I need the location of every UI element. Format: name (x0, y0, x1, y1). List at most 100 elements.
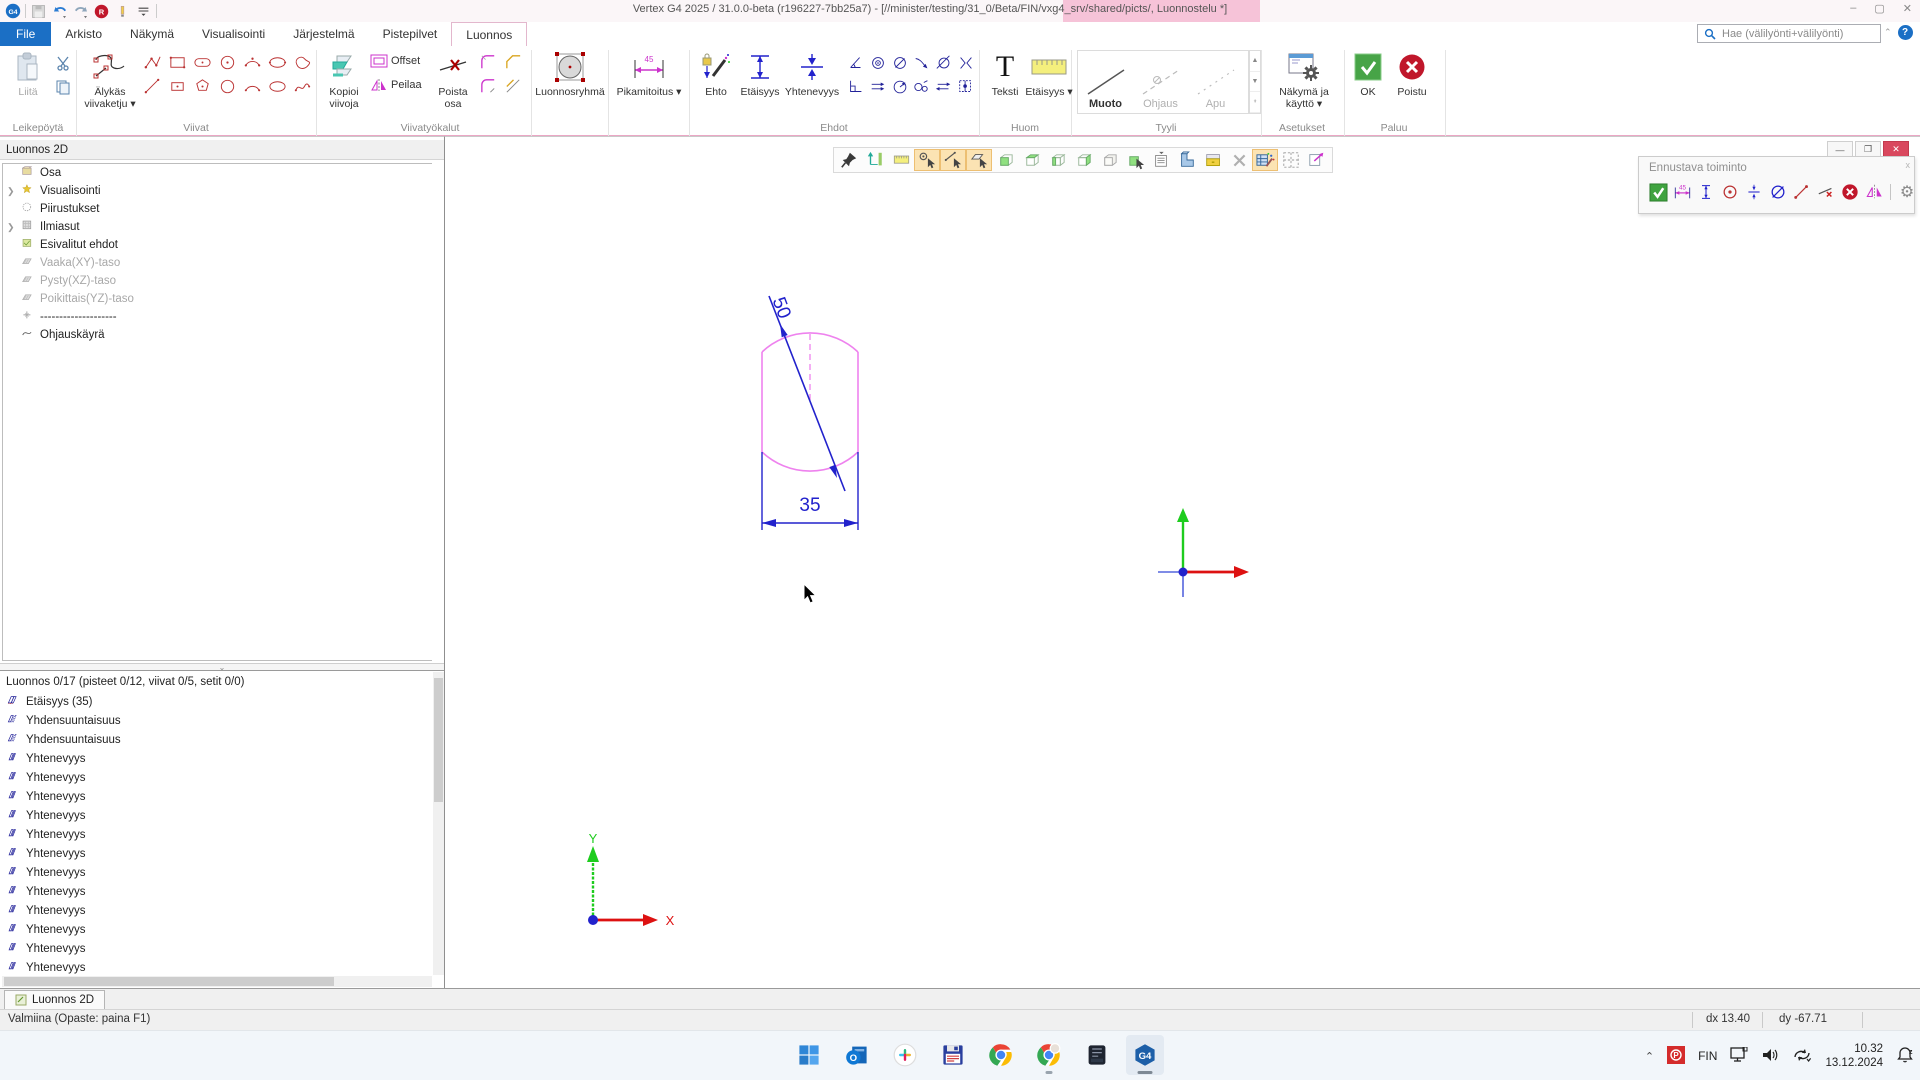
constraint-item[interactable]: Etäisyys (35) (2, 692, 432, 711)
taskbar-slack-icon[interactable] (886, 1035, 924, 1075)
polygon-tool[interactable] (192, 76, 213, 97)
arc-3pt-tool[interactable] (242, 52, 263, 73)
offset-button[interactable]: Offset (370, 54, 420, 68)
cube-solid-tool-button[interactable] (1096, 149, 1122, 171)
tree-item[interactable]: ❯Ilmiasut (3, 218, 432, 236)
concentric-red-predictive-button[interactable] (1719, 181, 1741, 203)
round-corner-alt-tool[interactable] (478, 76, 499, 97)
tree-item[interactable]: Pysty(XZ)-taso (3, 272, 432, 290)
rect-center-tool[interactable] (167, 76, 188, 97)
tray-app-icon[interactable]: P (1667, 1046, 1685, 1067)
quick-dimension-button[interactable]: 45 Pikamitoitus ▾ (612, 50, 686, 120)
tree-item[interactable]: -------------------- (3, 308, 432, 326)
style-ohjaus[interactable]: Ohjaus (1133, 51, 1188, 113)
taskbar-chrome-icon[interactable] (982, 1035, 1020, 1075)
measure-distance-button[interactable]: Etäisyys ▾ (1027, 50, 1071, 120)
taskbar-chrome-alt-icon[interactable] (1030, 1035, 1068, 1075)
cube-top-tool-button[interactable] (1018, 149, 1044, 171)
coincidence-button[interactable]: Yhtenevyys (783, 50, 841, 120)
smart-chain-button[interactable]: Älykäsviivaketju ▾ (82, 50, 138, 120)
highlight-icon[interactable] (114, 3, 131, 20)
circle-tool[interactable] (217, 76, 238, 97)
circle-center-tool[interactable] (217, 52, 238, 73)
speaker-icon[interactable] (1761, 1047, 1779, 1066)
ellipse-points-tool[interactable] (267, 52, 288, 73)
constraint-item[interactable]: Yhtenevyys (2, 806, 432, 825)
copy-lines-button[interactable]: Kopioiviivoja (321, 50, 367, 120)
maximize-button[interactable]: ▢ (1874, 2, 1884, 15)
tray-chevron-icon[interactable]: ⌃ (1645, 1050, 1654, 1063)
constraint-list-hscrollbar[interactable] (2, 976, 432, 987)
no-intersect-constraint-tool[interactable] (933, 52, 954, 73)
right-angle-constraint-tool[interactable] (845, 76, 866, 97)
sketch-group-button[interactable]: Luonnosryhmä (534, 50, 606, 120)
tangent-constraint-tool[interactable] (911, 52, 932, 73)
line-tool[interactable] (142, 76, 163, 97)
chamfer-tool[interactable] (503, 52, 524, 73)
symmetry-predictive-button[interactable] (1743, 181, 1765, 203)
ok-button[interactable]: OK (1350, 50, 1386, 120)
trim-predictive-button[interactable] (1815, 181, 1837, 203)
fixed-constraint-tool[interactable] (955, 76, 976, 97)
cube-select-tool-button[interactable] (1122, 149, 1148, 171)
panel-splitter[interactable]: ⌄ (0, 663, 444, 671)
quick-dim-predictive-button[interactable]: 45 (1671, 181, 1693, 203)
rectangle-tool[interactable] (167, 52, 188, 73)
chevron-right-icon[interactable]: ❯ (7, 186, 17, 197)
drawer-tool-button[interactable] (1200, 149, 1226, 171)
constraint-item[interactable]: Yhtenevyys (2, 863, 432, 882)
part-blue-tool-button[interactable] (1174, 149, 1200, 171)
search-input[interactable]: Hae (välilyönti+välilyönti) (1697, 24, 1881, 43)
mirror-button[interactable]: Peilaa (370, 78, 422, 92)
tree-item[interactable]: Ohjauskäyrä (3, 326, 432, 344)
display-icon[interactable] (1730, 1047, 1748, 1066)
distance-button[interactable]: Etäisyys (739, 50, 781, 120)
constraint-button[interactable]: Ehto (697, 50, 735, 120)
tree-item[interactable]: Poikittais(YZ)-taso (3, 290, 432, 308)
tab-pistepilvet[interactable]: Pistepilvet (369, 22, 452, 46)
constraint-item[interactable]: Yhtenevyys (2, 882, 432, 901)
round-corner-tool[interactable] (478, 52, 499, 73)
constraint-item[interactable]: Yhtenevyys (2, 787, 432, 806)
record-icon[interactable]: R (93, 3, 110, 20)
split-constraint-tool[interactable] (955, 52, 976, 73)
line-segment-predictive-button[interactable] (1791, 181, 1813, 203)
dim-vertical-predictive-button[interactable] (1695, 181, 1717, 203)
constraint-item[interactable]: Yhtenevyys (2, 939, 432, 958)
remove-part-button[interactable]: Poistaosa (432, 50, 474, 120)
tab-jarjestelma[interactable]: Järjestelmä (279, 22, 368, 46)
constraint-item[interactable]: Yhtenevyys (2, 768, 432, 787)
spline-tool[interactable] (292, 76, 313, 97)
concentric-constraint-tool[interactable] (867, 52, 888, 73)
cancel-predictive-button[interactable] (1839, 181, 1861, 203)
constraint-item[interactable]: Yhdensuuntaisuus (2, 711, 432, 730)
paste-button[interactable]: Liitä (6, 50, 50, 120)
tree-item[interactable]: Osa (3, 164, 432, 182)
cube-front-tool-button[interactable] (992, 149, 1018, 171)
taskbar-outlook-icon[interactable]: O (838, 1035, 876, 1075)
save-icon[interactable] (30, 3, 47, 20)
tree-item[interactable]: Vaaka(XY)-taso (3, 254, 432, 272)
text-button[interactable]: T Teksti (985, 50, 1025, 120)
taskbar-backup-icon[interactable] (934, 1035, 972, 1075)
chevron-up-icon[interactable]: ⌃ (1884, 27, 1892, 38)
perp-diameter-constraint-tool[interactable] (889, 52, 910, 73)
ok-check-predictive-button[interactable] (1647, 181, 1669, 203)
tree-item[interactable]: Esivalitut ehdot (3, 236, 432, 254)
drawing-canvas[interactable] (445, 136, 1920, 988)
diameter-predictive-button[interactable] (1767, 181, 1789, 203)
sync-icon[interactable] (1792, 1047, 1812, 1066)
gear-predictive-button[interactable]: ⚙ (1896, 181, 1918, 203)
taskbar-clock[interactable]: 10.32 13.12.2024 (1825, 1042, 1883, 1071)
g4-logo-icon[interactable]: G4 (4, 3, 21, 20)
close-button[interactable]: ✕ (1903, 2, 1912, 15)
rounded-slot-tool[interactable] (192, 52, 213, 73)
taskbar-g4-icon[interactable]: G4 (1126, 1035, 1164, 1075)
tree-item[interactable]: Piirustukset (3, 200, 432, 218)
help-icon[interactable]: ? (1898, 25, 1913, 40)
radius-constraint-tool[interactable] (889, 76, 910, 97)
angle-constraint-tool[interactable] (845, 52, 866, 73)
gallery-scroll[interactable]: ▲▼⍖ (1249, 50, 1261, 114)
notification-bell-icon[interactable]: z (1896, 1046, 1914, 1067)
snap-plane-tool-button[interactable] (966, 149, 992, 171)
